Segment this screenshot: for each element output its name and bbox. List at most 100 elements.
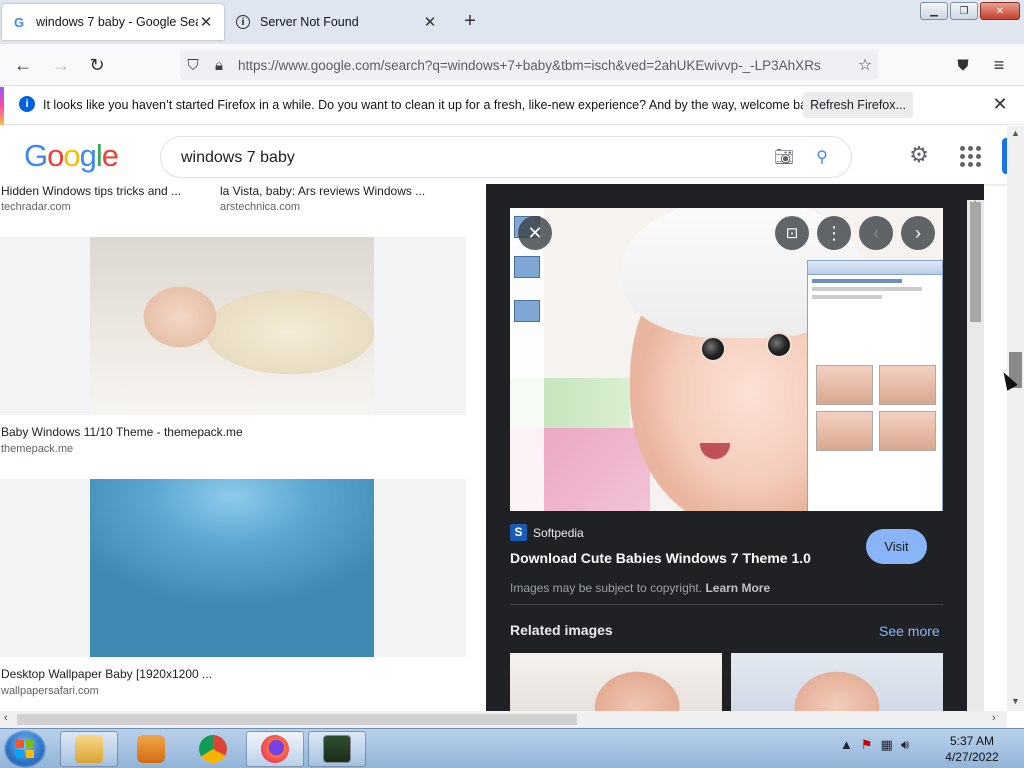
gear-icon[interactable]: ⚙ [906,142,932,168]
search-icon[interactable]: ⚲ [811,147,833,169]
close-tab-icon[interactable]: ✕ [422,14,438,31]
chrome-icon [199,735,227,763]
result-caption[interactable]: Hidden Windows tips tricks and ... [1,184,181,198]
refresh-notification-bar: i It looks like you haven’t started Fire… [0,87,1024,125]
folder-icon [75,735,103,763]
result-source[interactable]: arstechnica.com [220,201,300,213]
refresh-firefox-button[interactable]: Refresh Firefox... [803,92,913,118]
more-options-icon[interactable]: ⋮ [817,216,851,250]
desktop-background-dialog [807,260,943,511]
result-caption[interactable]: Desktop Wallpaper Baby [1920x1200 ... [1,667,212,681]
lock-icon[interactable]: 🔒︎ [206,52,232,78]
related-image[interactable] [731,653,943,711]
result-caption[interactable]: la Vista, baby: Ars reviews Windows ... [220,184,425,198]
minimize-button[interactable]: ▁ [920,2,948,20]
result-source[interactable]: themepack.me [1,443,73,455]
info-icon: i [19,96,35,112]
preview-source[interactable]: S Softpedia [510,524,584,541]
start-button[interactable] [4,730,46,768]
sleeping-baby-image[interactable] [90,237,374,415]
close-tab-icon[interactable]: ✕ [198,14,214,31]
clock-date: 4/27/2022 [945,750,999,764]
close-window-button[interactable]: ✕ [980,2,1020,20]
address-bar[interactable]: ⛉ 🔒︎ https://www.google.com/search?q=win… [180,50,878,80]
url-text[interactable]: https://www.google.com/search?q=windows+… [238,58,852,73]
preview-image[interactable] [510,208,943,511]
task-manager-icon [323,735,351,763]
preview-title[interactable]: Download Cute Babies Windows 7 Theme 1.0 [510,550,811,566]
source-name: Softpedia [533,525,584,540]
explorer-taskbar-button[interactable] [60,731,118,767]
notification-message: It looks like you haven’t started Firefo… [43,98,824,112]
google-header: Google windows 7 baby 📷︎ ⚲ ⚙ [0,126,1010,184]
result-source[interactable]: wallpapersafari.com [1,685,99,697]
tab-strip: G windows 7 baby - Google Search ✕ i Ser… [0,0,1024,44]
blue-wallpaper-image[interactable] [90,479,374,657]
tab-title: Server Not Found [260,15,359,29]
task-manager-taskbar-button[interactable] [308,731,366,767]
tab-server-not-found[interactable]: i Server Not Found ✕ [226,4,448,40]
scrollbar-thumb[interactable] [17,714,577,725]
forward-button[interactable]: → [48,52,74,78]
scrollbar-thumb[interactable] [970,202,981,322]
result-caption[interactable]: Baby Windows 11/10 Theme - themepack.me [1,425,243,439]
volume-icon[interactable]: 🔊︎ [901,737,909,753]
media-player-taskbar-button[interactable] [122,731,180,767]
system-tray: ▲ ⚑ ▦ 🔊︎ [840,737,909,753]
result-source[interactable]: techradar.com [1,201,71,213]
scroll-up-icon[interactable]: ▲ [1011,128,1020,138]
bookmark-star-icon[interactable]: ☆ [852,55,878,75]
tab-google-search[interactable]: G windows 7 baby - Google Search ✕ [2,4,224,40]
camera-icon[interactable]: 📷︎ [773,147,795,169]
search-query[interactable]: windows 7 baby [181,149,295,167]
close-preview-icon[interactable]: ✕ [518,216,552,250]
tab-title: windows 7 baby - Google Search [36,15,198,29]
windows-logo-icon [16,740,34,758]
softpedia-logo-icon: S [510,524,527,541]
see-more-link[interactable]: See more [879,623,940,639]
clock[interactable]: 5:37 AM 4/27/2022 [930,733,1014,765]
desktop-icons-strip [510,208,544,511]
action-center-icon[interactable]: ⚑ [861,737,873,753]
google-g-icon: G [13,14,25,30]
divider [510,604,943,605]
scroll-left-icon[interactable]: ‹ [4,712,8,724]
taskbar: ▲ ⚑ ▦ 🔊︎ 5:37 AM 4/27/2022 [0,728,1024,768]
page-horizontal-scrollbar[interactable]: ‹ › [0,711,1007,728]
chrome-taskbar-button[interactable] [184,731,242,767]
next-icon[interactable]: › [901,216,935,250]
google-logo[interactable]: Google [24,138,119,174]
firefox-icon [261,735,289,763]
learn-more-link[interactable]: Learn More [705,581,770,595]
show-hidden-icons-icon[interactable]: ▲ [840,737,853,753]
related-image[interactable] [510,653,722,711]
scroll-down-icon[interactable]: ▼ [1011,696,1020,706]
previous-icon[interactable]: ‹ [859,216,893,250]
maximize-button[interactable]: ❐ [950,2,978,20]
close-icon[interactable]: ✕ [990,94,1010,114]
info-icon: i [236,15,250,29]
new-tab-button[interactable]: + [458,10,482,34]
notification-accent [0,87,4,125]
page-vertical-scrollbar[interactable]: ▲ ▼ [1007,126,1024,711]
related-images-heading: Related images [510,622,613,638]
menu-icon[interactable]: ≡ [986,52,1012,78]
reload-button[interactable]: ↻ [84,52,110,78]
scroll-right-icon[interactable]: › [992,712,996,724]
image-preview-panel: ✕ ⊡ ⋮ ‹ › S Softpedia Download Cute Babi… [486,184,984,711]
image-results: Hidden Windows tips tricks and ... techr… [0,184,486,711]
search-box[interactable]: windows 7 baby 📷︎ ⚲ [160,136,852,178]
copyright-notice: Images may be subject to copyright. Lear… [510,581,771,595]
apps-grid-icon[interactable] [956,142,982,168]
clock-time: 5:37 AM [949,734,995,748]
network-icon[interactable]: ▦ [881,737,893,753]
lens-icon[interactable]: ⊡ [775,216,809,250]
window-controls: ▁ ❐ ✕ [920,2,1020,20]
panel-scrollbar[interactable]: ▲ [967,198,984,711]
pocket-icon[interactable]: ⛊ [950,52,976,78]
shield-icon[interactable]: ⛉ [180,52,206,78]
back-button[interactable]: ← [10,52,36,78]
firefox-taskbar-button[interactable] [246,731,304,767]
navigation-toolbar: ← → ↻ ⛉ 🔒︎ https://www.google.com/search… [0,44,1024,86]
visit-button[interactable]: Visit [866,529,927,564]
